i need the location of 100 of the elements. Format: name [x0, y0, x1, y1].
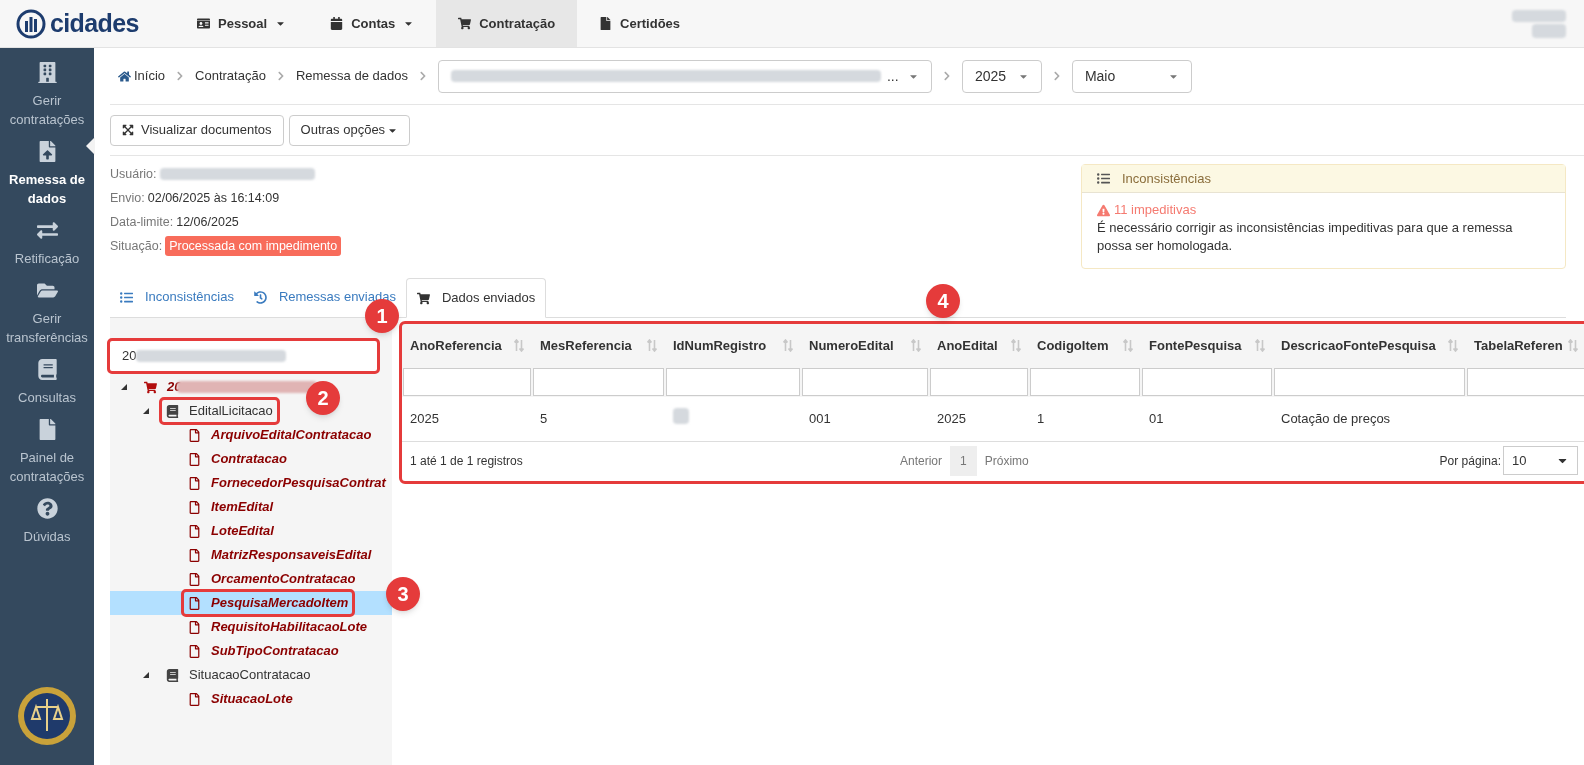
column-header[interactable]: CodigoItem — [1029, 324, 1141, 367]
filter-input[interactable] — [802, 368, 928, 396]
file-icon — [188, 596, 201, 610]
tree-item[interactable]: SituacaoContratacao — [162, 664, 315, 686]
calendar-icon — [330, 17, 344, 30]
sidebar-item[interactable]: Consultas — [0, 355, 94, 415]
table-cell: 2025 — [929, 397, 1029, 441]
tab[interactable]: Dados enviados — [405, 278, 547, 318]
column-header[interactable]: MesReferencia — [532, 324, 665, 367]
expand-toggle[interactable] — [142, 671, 150, 679]
tree-item[interactable]: SubTipoContratacao — [184, 640, 343, 662]
tree-item[interactable]: SituacaoLote — [184, 688, 297, 710]
nav-menu-item[interactable]: Certidões — [577, 0, 703, 47]
cart-icon — [144, 380, 157, 394]
sidebar-item[interactable]: Dúvidas — [0, 494, 94, 554]
page-number[interactable]: 1 — [950, 445, 977, 476]
expand-toggle[interactable] — [120, 383, 128, 391]
sort-icon — [1255, 339, 1265, 352]
selection-pointer — [86, 137, 95, 155]
file-icon — [599, 17, 613, 30]
sidebar-item[interactable]: Remessa de dados — [0, 137, 94, 216]
tree-item[interactable]: MatrizResponsaveisEdital — [184, 544, 376, 566]
column-header[interactable]: FontePesquisa — [1141, 324, 1273, 367]
nav-menu-item[interactable]: Contratação — [436, 0, 578, 47]
status-badge: Processada com impedimento — [165, 236, 342, 256]
tree-item[interactable]: EditalLicitacao — [162, 400, 277, 422]
column-header[interactable]: DescricaoFontePesquisa — [1273, 324, 1466, 367]
tree-item[interactable]: FornecedorPesquisaContrat — [184, 472, 390, 494]
field-label: Envio: — [110, 190, 145, 207]
tree-item[interactable]: RequisitoHabilitacaoLote — [184, 616, 372, 638]
file-icon — [188, 692, 201, 706]
expand-toggle[interactable] — [142, 407, 150, 415]
file-icon — [188, 620, 201, 634]
filter-input[interactable] — [930, 368, 1028, 396]
select-field[interactable]: 2025 — [961, 59, 1042, 93]
tree-item[interactable]: ArquivoEditalContratacao — [184, 424, 376, 446]
select-field[interactable]: Maio — [1071, 59, 1192, 93]
table-cell: 2025 — [402, 397, 532, 441]
filter-input[interactable] — [1274, 368, 1465, 396]
filter-input[interactable] — [533, 368, 664, 396]
callout-badge: 4 — [926, 284, 960, 318]
column-header[interactable]: AnoEdital — [929, 324, 1029, 367]
filter-input[interactable] — [1030, 368, 1140, 396]
breadcrumb-link[interactable]: Remessa de dados — [295, 66, 408, 86]
field-label: Usuário: — [110, 166, 157, 183]
column-header[interactable]: TabelaReferen — [1466, 324, 1584, 367]
table-cell: 1 — [1029, 397, 1141, 441]
book-icon — [36, 359, 58, 380]
history-icon — [253, 290, 267, 304]
sort-icon — [1448, 339, 1458, 352]
book-icon — [166, 404, 179, 418]
callout-badge: 3 — [386, 577, 420, 611]
arrows-icon — [36, 220, 58, 241]
logo-icon — [16, 8, 46, 39]
filter-input[interactable] — [1467, 368, 1584, 396]
breadcrumb-link[interactable]: Contratação — [195, 66, 266, 86]
select-field[interactable]: ... — [437, 59, 932, 93]
sidebar-item[interactable]: Gerir contratações — [0, 58, 94, 137]
warning-message: É necessário corrigir as inconsistências impeditivas para que a remessa possa ser homologada. — [1097, 219, 1514, 255]
sort-icon — [647, 339, 657, 352]
toolbar-button[interactable]: Visualizar documentos — [110, 114, 284, 146]
filter-input[interactable] — [403, 368, 531, 396]
column-header[interactable]: NumeroEdital — [801, 324, 929, 367]
field-value: 12/06/2025 — [176, 214, 239, 231]
field-label: Data-limite: — [110, 214, 174, 231]
sidebar-item[interactable]: Gerir transferências — [0, 276, 94, 355]
tree-item[interactable]: Contratacao — [184, 448, 291, 470]
pagination-previous[interactable]: Anterior — [900, 451, 943, 470]
toolbar-button[interactable]: Outras opções — [288, 114, 411, 146]
cart-icon — [416, 291, 430, 305]
chevron-icon — [417, 71, 428, 81]
chevron-icon — [275, 71, 286, 81]
sidebar-item[interactable]: Retificação — [0, 216, 94, 276]
sidebar-item[interactable]: Painel de contratações — [0, 415, 94, 494]
tree-item[interactable]: ItemEdital — [184, 496, 278, 518]
blurred-text — [673, 408, 689, 424]
page-size-select[interactable]: 10 — [1503, 446, 1578, 475]
filter-input[interactable] — [666, 368, 800, 396]
records-summary: 1 até 1 de 1 registros — [410, 452, 524, 470]
nav-menu-item[interactable]: Contas — [308, 0, 437, 47]
chevron-icon — [1051, 71, 1062, 81]
column-header[interactable]: AnoReferencia — [402, 324, 532, 367]
file-icon — [188, 428, 201, 442]
tree-item[interactable]: OrcamentoContratacao — [184, 568, 360, 590]
pagination-next[interactable]: Próximo — [984, 451, 1029, 470]
building-icon — [36, 62, 58, 83]
breadcrumb-link[interactable]: Início — [118, 66, 166, 86]
tree-item[interactable]: LoteEdital — [184, 520, 278, 542]
filter-input[interactable] — [1142, 368, 1272, 396]
list-icon — [1097, 172, 1110, 185]
page-size-label: Por página: — [1439, 452, 1501, 470]
column-header[interactable]: IdNumRegistro — [665, 324, 801, 367]
file-icon — [188, 476, 201, 490]
nav-menu-item[interactable]: Pessoal — [175, 0, 309, 47]
chevron-icon — [941, 71, 952, 81]
file-icon — [188, 524, 201, 538]
cart-icon — [458, 17, 472, 30]
list-icon — [120, 290, 133, 304]
warning-icon — [1097, 203, 1110, 217]
sort-icon — [1123, 339, 1133, 352]
